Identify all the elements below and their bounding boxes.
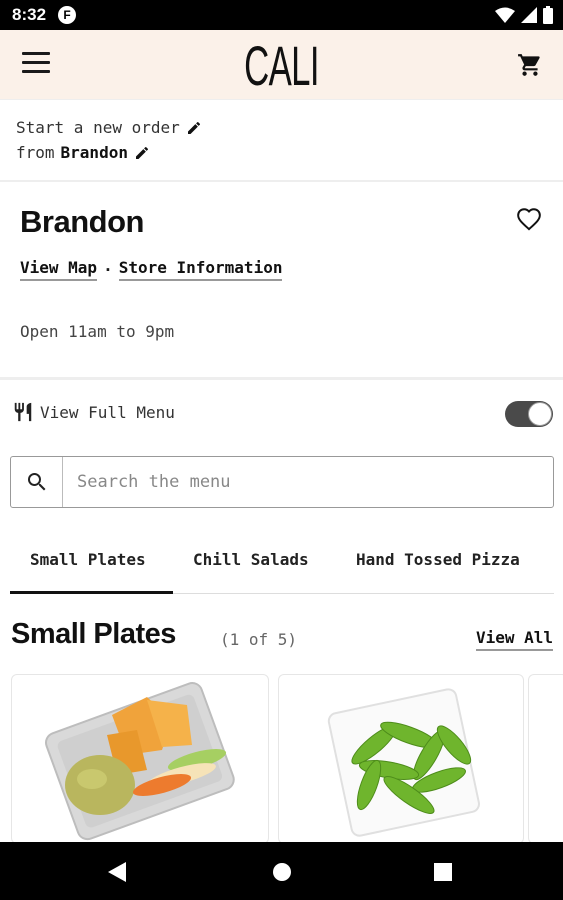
pencil-icon xyxy=(187,121,200,134)
signal-icon xyxy=(521,7,537,23)
recents-icon[interactable] xyxy=(434,863,452,881)
brand-logo[interactable]: CALI xyxy=(107,38,456,94)
tab-chill-salads[interactable]: Chill Salads xyxy=(193,550,309,569)
search-icon xyxy=(27,473,45,491)
section-count: (1 of 5) xyxy=(220,630,298,649)
wifi-icon xyxy=(495,7,515,23)
tab-label: Small Plates xyxy=(30,550,146,569)
store-information-link[interactable]: Store Information xyxy=(118,258,283,281)
app-notification-icon: F xyxy=(58,6,76,24)
hamburger-menu-icon[interactable] xyxy=(22,52,50,76)
view-all-link[interactable]: View All xyxy=(475,628,553,651)
view-full-menu-row: View Full Menu xyxy=(12,400,175,424)
order-location: Brandon xyxy=(60,143,128,162)
store-name: Brandon xyxy=(20,204,144,239)
store-links: View Map · Store Information xyxy=(20,258,283,281)
tab-label: Hand Tossed Pizza xyxy=(356,550,520,569)
edamame-bowl-image xyxy=(327,688,480,837)
section-title: Small Plates xyxy=(11,618,176,650)
cart-icon[interactable] xyxy=(517,52,543,78)
store-hours: Open 11am to 9pm xyxy=(20,322,175,341)
start-new-order-link[interactable]: Start a new order xyxy=(16,118,202,137)
menu-item-card[interactable] xyxy=(11,674,269,844)
tab-label: Chill Salads xyxy=(193,550,309,569)
change-location-link[interactable]: from Brandon xyxy=(16,143,150,162)
guacamole-chips-dish-image xyxy=(45,682,235,841)
from-prefix: from xyxy=(16,143,55,162)
fork-knife-icon xyxy=(14,402,32,422)
status-time: 8:32 xyxy=(12,5,47,24)
menu-item-card[interactable] xyxy=(278,674,524,844)
toggle-knob xyxy=(528,402,552,426)
system-nav-bar xyxy=(0,842,563,900)
menu-item-card[interactable] xyxy=(528,674,563,844)
tab-hand-tossed-pizza[interactable]: Hand Tossed Pizza xyxy=(356,550,520,569)
view-map-link[interactable]: View Map xyxy=(20,258,98,281)
pencil-icon xyxy=(135,146,148,159)
status-bar: 8:32 F xyxy=(0,0,563,30)
full-menu-toggle[interactable] xyxy=(505,401,553,427)
back-icon[interactable] xyxy=(108,862,126,882)
category-tabs: Small Plates Chill Salads Hand Tossed Pi… xyxy=(10,540,554,594)
app-header: CALI xyxy=(0,30,563,100)
store-info-panel: Brandon View Map · Store Information Ope… xyxy=(0,184,563,380)
battery-icon xyxy=(543,6,553,24)
heart-icon[interactable] xyxy=(515,206,543,232)
link-separator: · xyxy=(103,260,113,279)
start-new-order-label: Start a new order xyxy=(16,118,180,137)
menu-search xyxy=(10,456,554,508)
system-icons xyxy=(495,6,553,24)
search-input[interactable] xyxy=(63,457,553,507)
search-button[interactable] xyxy=(11,457,63,507)
home-icon[interactable] xyxy=(272,862,292,882)
order-context: Start a new order from Brandon xyxy=(0,100,563,182)
view-full-menu-label: View Full Menu xyxy=(40,402,175,422)
tab-small-plates[interactable]: Small Plates xyxy=(10,550,173,594)
